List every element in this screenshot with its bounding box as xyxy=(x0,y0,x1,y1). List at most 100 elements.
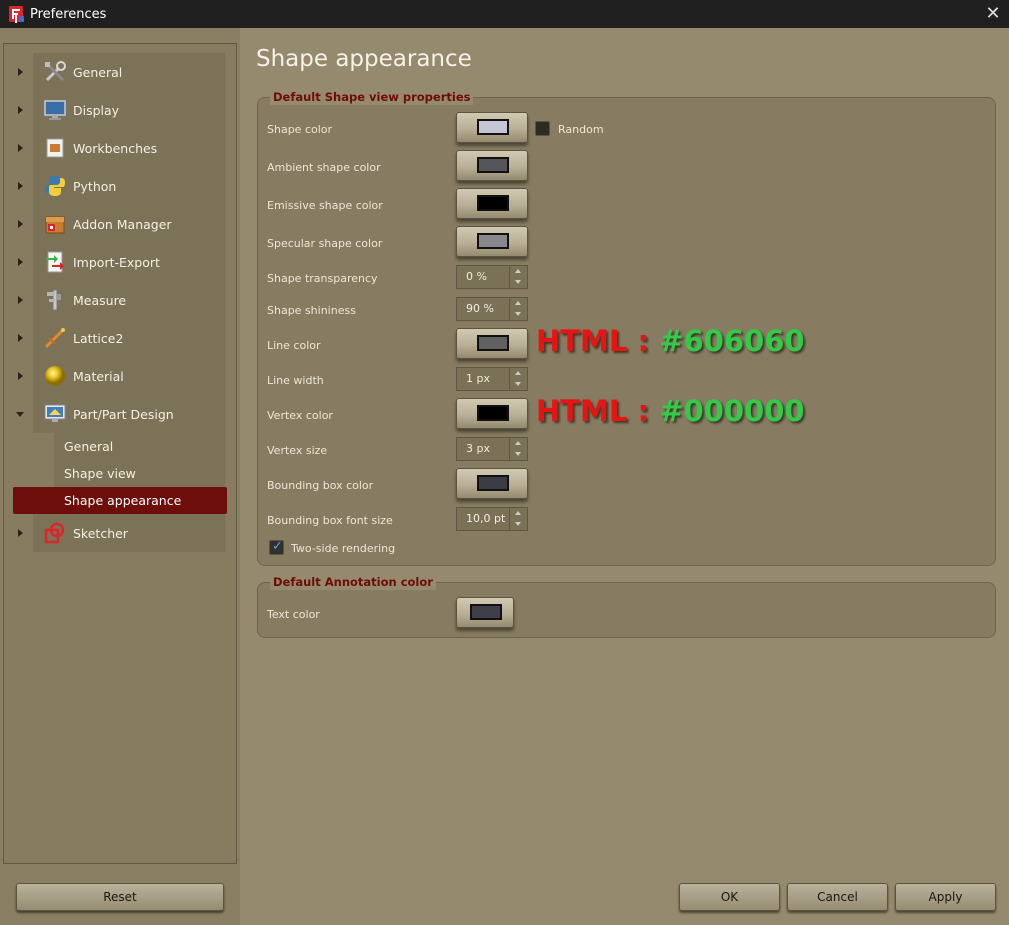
spin-up-icon[interactable] xyxy=(510,266,527,277)
sidebar-subitem-shape-appearance[interactable]: Shape appearance xyxy=(13,487,227,514)
group-title: Default Annotation color xyxy=(270,574,436,590)
spin-down-icon[interactable] xyxy=(510,449,527,460)
color-swatch xyxy=(477,119,509,135)
expand-arrow-icon[interactable] xyxy=(18,106,23,114)
sidebar-subitem-general[interactable]: General xyxy=(54,433,225,460)
import-export-icon xyxy=(46,251,64,273)
preferences-tree: General Display Workbenches Python Addon… xyxy=(3,43,237,864)
color-swatch xyxy=(477,195,509,211)
spin-up-icon[interactable] xyxy=(510,438,527,449)
color-swatch xyxy=(477,405,509,421)
sidebar-item-part-design[interactable]: Part/Part Design xyxy=(16,395,225,433)
monitor-icon xyxy=(44,100,66,120)
sidebar-item-measure[interactable]: Measure xyxy=(18,281,225,319)
spin-down-icon[interactable] xyxy=(510,519,527,530)
left-panel: General Display Workbenches Python Addon… xyxy=(0,28,240,925)
annotation-prefix: HTML : xyxy=(536,324,660,358)
sidebar-item-material[interactable]: Material xyxy=(18,357,225,395)
expand-arrow-icon[interactable] xyxy=(18,220,23,228)
page-title: Shape appearance xyxy=(256,46,472,72)
sidebar-item-import-export[interactable]: Import-Export xyxy=(18,243,225,281)
ambient-color-button[interactable] xyxy=(456,150,528,181)
spin-down-icon[interactable] xyxy=(510,379,527,390)
python-icon xyxy=(45,176,65,196)
spin-up-icon[interactable] xyxy=(510,298,527,309)
line-width-spinbox[interactable]: 1 px xyxy=(456,367,528,391)
spin-down-icon[interactable] xyxy=(510,309,527,320)
sidebar-subitem-shape-view[interactable]: Shape view xyxy=(54,460,225,487)
default-annotation-color-group: Default Annotation color Text color xyxy=(257,574,996,638)
emissive-color-button[interactable] xyxy=(456,188,528,219)
vertex-size-spinbox[interactable]: 3 px xyxy=(456,437,528,461)
part-design-icon xyxy=(44,404,66,422)
color-swatch xyxy=(477,475,509,491)
expand-arrow-icon[interactable] xyxy=(18,258,23,266)
reset-button[interactable]: Reset xyxy=(16,883,224,911)
workbench-icon xyxy=(46,138,64,158)
specular-color-label: Specular shape color xyxy=(267,237,383,250)
line-color-button[interactable] xyxy=(456,328,528,359)
sidebar-item-general[interactable]: General xyxy=(18,53,225,91)
sidebar-item-lattice2[interactable]: Lattice2 xyxy=(18,319,225,357)
two-side-rendering-label: Two-side rendering xyxy=(291,542,396,555)
shape-color-button[interactable] xyxy=(456,112,528,143)
bbox-color-button[interactable] xyxy=(456,468,528,499)
group-title: Default Shape view properties xyxy=(270,89,474,105)
spin-down-icon[interactable] xyxy=(510,277,527,288)
caliper-icon xyxy=(47,289,61,311)
tools-icon xyxy=(45,61,66,82)
settings-page: Shape appearance Default Shape view prop… xyxy=(240,28,1009,925)
two-side-rendering-checkbox[interactable] xyxy=(269,539,284,555)
transparency-spinbox[interactable]: 0 % xyxy=(456,265,528,289)
sidebar-item-label: Measure xyxy=(73,292,127,308)
line-width-label: Line width xyxy=(267,374,324,387)
expand-arrow-icon[interactable] xyxy=(18,182,23,190)
emissive-color-label: Emissive shape color xyxy=(267,199,383,212)
spin-up-icon[interactable] xyxy=(510,508,527,519)
spinbox-value[interactable]: 0 % xyxy=(457,266,509,288)
ok-button[interactable]: OK xyxy=(679,883,780,911)
shininess-label: Shape shininess xyxy=(267,304,356,317)
material-sphere-icon xyxy=(45,366,65,386)
expand-arrow-icon[interactable] xyxy=(18,296,23,304)
sidebar-item-label: Sketcher xyxy=(73,525,128,541)
spinbox-value[interactable]: 3 px xyxy=(457,438,509,460)
spinbox-value[interactable]: 1 px xyxy=(457,368,509,390)
spinbox-value[interactable]: 90 % xyxy=(457,298,509,320)
shininess-spinbox[interactable]: 90 % xyxy=(456,297,528,321)
collapse-arrow-icon[interactable] xyxy=(16,411,24,417)
annotation-value: #000000 xyxy=(659,394,805,428)
expand-arrow-icon[interactable] xyxy=(18,334,23,342)
random-label: Random xyxy=(558,123,604,136)
spinbox-value[interactable]: 10,0 pt xyxy=(457,508,509,530)
annotation-prefix: HTML : xyxy=(536,394,660,428)
expand-arrow-icon[interactable] xyxy=(18,144,23,152)
bbox-font-size-spinbox[interactable]: 10,0 pt xyxy=(456,507,528,531)
sidebar-item-addon-manager[interactable]: Addon Manager xyxy=(18,205,225,243)
sidebar-item-python[interactable]: Python xyxy=(18,167,225,205)
spin-up-icon[interactable] xyxy=(510,368,527,379)
title-bar: Preferences ✕ xyxy=(0,0,1009,28)
bbox-font-size-label: Bounding box font size xyxy=(267,514,393,527)
random-checkbox[interactable] xyxy=(535,121,550,136)
text-color-label: Text color xyxy=(267,608,320,621)
sidebar-item-label: Import-Export xyxy=(73,254,160,270)
sidebar-item-sketcher[interactable]: Sketcher xyxy=(18,514,225,552)
annotation-value: #606060 xyxy=(659,324,805,358)
sidebar-item-workbenches[interactable]: Workbenches xyxy=(18,129,225,167)
sidebar-item-label: General xyxy=(73,64,123,80)
expand-arrow-icon[interactable] xyxy=(18,529,23,537)
apply-button[interactable]: Apply xyxy=(895,883,996,911)
sketcher-icon xyxy=(44,522,65,544)
color-swatch xyxy=(470,604,502,620)
expand-arrow-icon[interactable] xyxy=(18,68,23,76)
vertex-color-button[interactable] xyxy=(456,398,528,429)
text-color-button[interactable] xyxy=(456,597,514,628)
cancel-button[interactable]: Cancel xyxy=(787,883,888,911)
freecad-logo-icon xyxy=(9,6,24,22)
color-swatch xyxy=(477,233,509,249)
close-icon[interactable]: ✕ xyxy=(983,4,1003,24)
sidebar-item-display[interactable]: Display xyxy=(18,91,225,129)
specular-color-button[interactable] xyxy=(456,226,528,257)
expand-arrow-icon[interactable] xyxy=(18,372,23,380)
